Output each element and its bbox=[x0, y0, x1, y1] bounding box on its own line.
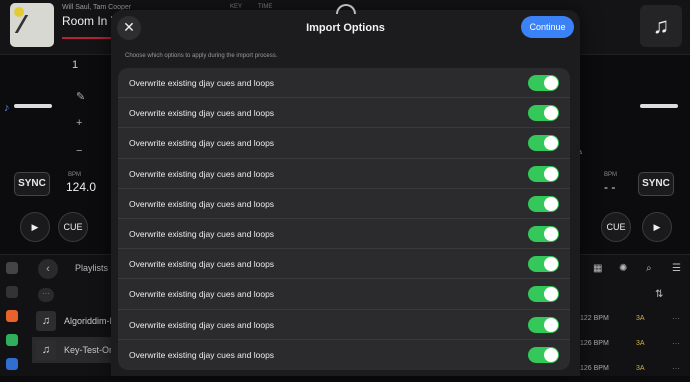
search-icon[interactable]: ⌕ bbox=[646, 263, 652, 274]
music-note-icon: ♪ bbox=[4, 102, 10, 114]
sheet-hint: Choose which options to apply during the… bbox=[125, 53, 278, 59]
settings-icon[interactable]: ✺ bbox=[619, 263, 627, 274]
source-icons bbox=[6, 262, 26, 382]
track-key: 3A bbox=[636, 365, 645, 372]
play-button-right[interactable]: ▶ bbox=[642, 212, 672, 242]
track-bpm: 126 BPM bbox=[580, 340, 609, 347]
option-toggle[interactable] bbox=[528, 105, 559, 122]
track-bpm: 122 BPM bbox=[580, 315, 609, 322]
option-row: Overwrite existing djay cues and loops bbox=[118, 68, 570, 99]
option-label: Overwrite existing djay cues and loops bbox=[129, 228, 275, 239]
ellipsis-icon: ··· bbox=[42, 289, 50, 298]
pitch-fader[interactable] bbox=[14, 104, 52, 108]
option-toggle[interactable] bbox=[528, 165, 559, 182]
sync-button-right[interactable]: SYNC bbox=[638, 172, 674, 196]
toggle-knob bbox=[544, 317, 558, 332]
option-label: Overwrite existing djay cues and loops bbox=[129, 78, 275, 88]
bpm-label-left: BPM bbox=[68, 172, 82, 178]
plus-icon[interactable]: + bbox=[76, 117, 82, 129]
option-row: Overwrite existing djay cues and loops bbox=[118, 279, 570, 310]
ellipsis-icon[interactable]: ··· bbox=[672, 339, 680, 348]
playlists-title: Playlists bbox=[75, 263, 109, 273]
pitch-fader[interactable] bbox=[640, 104, 678, 108]
option-toggle[interactable] bbox=[528, 286, 559, 303]
back-button[interactable]: ‹ bbox=[38, 259, 58, 279]
option-label: Overwrite existing djay cues and loops bbox=[129, 259, 275, 270]
minus-icon[interactable]: − bbox=[76, 145, 82, 157]
option-row: Overwrite existing djay cues and loops bbox=[118, 340, 570, 370]
track-bpm: 126 BPM bbox=[580, 365, 609, 372]
option-row: Overwrite existing djay cues and loops bbox=[118, 128, 570, 159]
cue-button-right[interactable]: CUE bbox=[601, 212, 631, 242]
option-toggle[interactable] bbox=[528, 75, 559, 91]
grid-icon[interactable]: ▦ bbox=[593, 263, 602, 274]
option-toggle[interactable] bbox=[528, 316, 559, 333]
list-item-label: Key-Test-Or bbox=[64, 345, 113, 355]
playlist-icon: ♫ bbox=[36, 340, 56, 360]
option-row: Overwrite existing djay cues and loops bbox=[118, 159, 570, 189]
option-row: Overwrite existing djay cues and loops bbox=[118, 219, 570, 250]
toggle-knob bbox=[544, 166, 558, 181]
import-options-sheet: ✕ Import Options Continue Choose which o… bbox=[111, 4, 580, 376]
sheet-title: Import Options bbox=[306, 22, 385, 34]
deck-number: 1 bbox=[72, 59, 79, 71]
sort-icon[interactable]: ⇅ bbox=[655, 289, 663, 300]
filter-icon[interactable]: ☰ bbox=[672, 263, 681, 274]
option-toggle[interactable] bbox=[528, 225, 559, 242]
soundcloud-icon[interactable] bbox=[6, 310, 18, 322]
toggle-knob bbox=[544, 226, 558, 241]
option-toggle[interactable] bbox=[528, 135, 559, 152]
bpm-value-left: 124.0 bbox=[66, 180, 97, 194]
toggle-knob bbox=[544, 106, 558, 121]
play-button-left[interactable]: ▶ bbox=[20, 212, 50, 242]
bpm-label-right: BPM bbox=[604, 172, 618, 178]
beatport-icon[interactable] bbox=[6, 334, 18, 346]
ellipsis-icon[interactable]: ··· bbox=[672, 364, 680, 373]
options-list: Overwrite existing djay cues and loops O… bbox=[118, 68, 570, 370]
toggle-knob bbox=[544, 257, 558, 272]
ellipsis-icon[interactable]: ··· bbox=[672, 314, 680, 323]
cue-button-left[interactable]: CUE bbox=[58, 212, 88, 242]
track-key: 3A bbox=[636, 340, 645, 347]
option-label: Overwrite existing djay cues and loops bbox=[129, 289, 275, 300]
bpm-value-right: - - bbox=[604, 180, 616, 194]
option-row: Overwrite existing djay cues and loops bbox=[118, 310, 570, 340]
album-art[interactable] bbox=[10, 3, 54, 47]
option-label: Overwrite existing djay cues and loops bbox=[129, 198, 275, 209]
track-key: 3A bbox=[636, 315, 645, 322]
play-icon: ▶ bbox=[653, 222, 661, 232]
chevron-left-icon: ‹ bbox=[46, 263, 50, 275]
tidal-icon[interactable] bbox=[6, 286, 18, 298]
sync-button-left[interactable]: SYNC bbox=[14, 172, 50, 196]
library-source-icon[interactable] bbox=[6, 262, 18, 274]
toggle-knob bbox=[544, 287, 558, 302]
pencil-icon[interactable]: ✎ bbox=[76, 90, 85, 103]
play-icon: ▶ bbox=[31, 222, 39, 232]
playlist-icon: ♫ bbox=[36, 311, 56, 331]
option-label: Overwrite existing djay cues and loops bbox=[129, 349, 275, 360]
more-button[interactable]: ··· bbox=[38, 288, 54, 302]
list-item-label: Algoriddim-I bbox=[64, 316, 113, 326]
option-label: Overwrite existing djay cues and loops bbox=[129, 168, 275, 179]
sun-graphic bbox=[14, 7, 24, 17]
option-label: Overwrite existing djay cues and loops bbox=[129, 138, 275, 149]
beatsource-icon[interactable] bbox=[6, 358, 18, 370]
option-label: Overwrite existing djay cues and loops bbox=[129, 319, 275, 330]
option-row: Overwrite existing djay cues and loops bbox=[118, 189, 570, 219]
toggle-knob bbox=[544, 76, 558, 90]
option-toggle[interactable] bbox=[528, 256, 559, 273]
toggle-knob bbox=[544, 196, 558, 211]
option-toggle[interactable] bbox=[528, 195, 559, 212]
option-toggle[interactable] bbox=[528, 346, 559, 363]
option-label: Overwrite existing djay cues and loops bbox=[129, 108, 275, 119]
track-title: Room In Y bbox=[62, 14, 119, 28]
option-row: Overwrite existing djay cues and loops bbox=[118, 98, 570, 129]
art-graphic bbox=[14, 15, 48, 33]
option-row: Overwrite existing djay cues and loops bbox=[118, 249, 570, 280]
continue-button[interactable]: Continue bbox=[521, 16, 574, 38]
toggle-knob bbox=[544, 347, 558, 362]
toggle-knob bbox=[544, 136, 558, 151]
music-note-icon[interactable]: ♫ bbox=[640, 5, 682, 47]
